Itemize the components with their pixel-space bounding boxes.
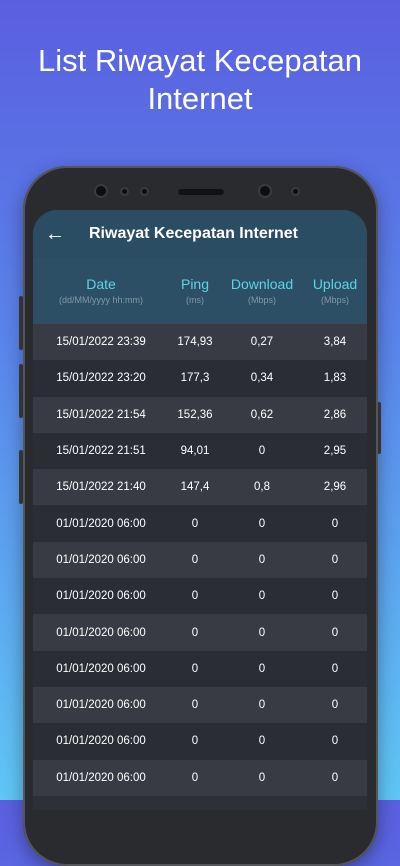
cell-date: 01/01/2020 06:00 xyxy=(56,553,146,566)
cell-upload: 2,96 xyxy=(323,481,347,494)
cell-upload: 0 xyxy=(331,553,339,566)
table-row[interactable]: 15/01/2022 23:20 177,3 0,34 1,83 xyxy=(33,360,367,397)
cell-ping: 174,93 xyxy=(177,336,213,349)
table-row[interactable]: 01/01/2020 06:00 0 0 0 xyxy=(33,578,367,615)
history-list: 15/01/2022 23:39 174,93 0,27 3,84 15/01/… xyxy=(33,324,367,796)
cell-date: 01/01/2020 06:00 xyxy=(56,590,146,603)
column-header-date: Date (dd/MM/yyyy hh:mm) xyxy=(33,275,169,307)
cell-download: 0,62 xyxy=(250,408,274,421)
cell-download: 0 xyxy=(258,517,266,530)
sensor-icon xyxy=(122,189,127,194)
cell-date: 15/01/2022 23:20 xyxy=(56,372,146,385)
cell-download: 0 xyxy=(258,735,266,748)
cell-upload: 0 xyxy=(331,517,339,530)
promo-title-text: List Riwayat Kecepatan Internet xyxy=(38,43,362,116)
column-subtitle: (dd/MM/yyyy hh:mm) xyxy=(58,295,143,305)
cell-date: 01/01/2020 06:00 xyxy=(56,517,146,530)
cell-date: 01/01/2020 06:00 xyxy=(56,735,146,748)
cell-ping: 0 xyxy=(191,626,199,639)
cell-date: 01/01/2020 06:00 xyxy=(56,626,146,639)
column-subtitle: (ms) xyxy=(186,295,204,305)
page-title: Riwayat Kecepatan Internet xyxy=(89,225,298,242)
cell-download: 0 xyxy=(258,771,266,784)
cell-download: 0 xyxy=(258,662,266,675)
cell-ping: 0 xyxy=(191,553,199,566)
cell-download: 0 xyxy=(258,590,266,603)
cell-ping: 0 xyxy=(191,517,199,530)
earpiece-speaker xyxy=(178,189,224,195)
table-row[interactable]: 01/01/2020 06:00 0 0 0 xyxy=(33,650,367,687)
app-bar: ← Riwayat Kecepatan Internet xyxy=(33,210,367,258)
cell-upload: 0 xyxy=(331,699,339,712)
cell-date: 01/01/2020 06:00 xyxy=(56,699,146,712)
column-title: Download xyxy=(230,276,294,292)
cell-date: 01/01/2020 06:00 xyxy=(56,662,146,675)
cell-date: 01/01/2020 06:00 xyxy=(56,771,146,784)
cell-ping: 0 xyxy=(191,771,199,784)
cell-download: 0,8 xyxy=(254,481,270,494)
promo-title: List Riwayat Kecepatan Internet xyxy=(0,42,400,118)
cell-date: 15/01/2022 23:39 xyxy=(56,336,146,349)
table-row[interactable]: 01/01/2020 06:00 0 0 0 xyxy=(33,614,367,651)
cell-date: 15/01/2022 21:54 xyxy=(56,408,146,421)
cell-upload: 0 xyxy=(331,626,339,639)
arrow-left-icon[interactable]: ← xyxy=(33,210,77,258)
cell-ping: 0 xyxy=(191,590,199,603)
cell-ping: 177,3 xyxy=(180,372,210,385)
cell-upload: 0 xyxy=(331,771,339,784)
cell-ping: 0 xyxy=(191,699,199,712)
table-row[interactable]: 01/01/2020 06:00 0 0 0 xyxy=(33,505,367,542)
column-header-ping: Ping (ms) xyxy=(169,275,221,307)
cell-ping: 152,36 xyxy=(177,408,213,421)
cell-upload: 0 xyxy=(331,662,339,675)
table-row[interactable]: 01/01/2020 06:00 0 0 0 xyxy=(33,759,367,796)
table-row[interactable]: 15/01/2022 21:40 147,4 0,8 2,96 xyxy=(33,469,367,506)
cell-upload: 2,86 xyxy=(323,408,347,421)
cell-date: 15/01/2022 21:51 xyxy=(56,445,146,458)
cell-ping: 94,01 xyxy=(180,445,210,458)
column-subtitle: (Mbps) xyxy=(247,295,276,305)
front-camera-icon xyxy=(260,186,270,196)
column-header-download: Download (Mbps) xyxy=(221,275,303,307)
cell-upload: 0 xyxy=(331,735,339,748)
cell-upload: 2,95 xyxy=(323,445,347,458)
column-header-upload: Upload (Mbps) xyxy=(303,275,367,307)
table-row[interactable]: 15/01/2022 21:54 152,36 0,62 2,86 xyxy=(33,396,367,433)
column-title: Ping xyxy=(180,276,210,292)
column-title: Upload xyxy=(312,276,358,292)
table-row[interactable]: 15/01/2022 23:39 174,93 0,27 3,84 xyxy=(33,324,367,361)
cell-upload: 3,84 xyxy=(323,336,347,349)
cell-ping: 147,4 xyxy=(180,481,210,494)
table-row[interactable]: 01/01/2020 06:00 0 0 0 xyxy=(33,541,367,579)
cell-upload: 0 xyxy=(331,590,339,603)
sensor-icon xyxy=(142,189,147,194)
cell-download: 0,27 xyxy=(250,336,274,349)
column-title: Date xyxy=(86,276,116,292)
cell-ping: 0 xyxy=(191,662,199,675)
app-screen: ← Riwayat Kecepatan Internet Date (dd/MM… xyxy=(33,210,367,810)
table-row[interactable]: 01/01/2020 06:00 0 0 0 xyxy=(33,723,367,760)
cell-download: 0,34 xyxy=(250,372,274,385)
column-subtitle: (Mbps) xyxy=(320,295,349,305)
sensor-icon xyxy=(293,189,298,194)
front-camera-icon xyxy=(96,186,106,196)
cell-date: 15/01/2022 21:40 xyxy=(56,481,146,494)
cell-download: 0 xyxy=(258,626,266,639)
table-row[interactable]: 01/01/2020 06:00 0 0 0 xyxy=(33,686,367,724)
cell-upload: 1,83 xyxy=(323,372,347,385)
cell-ping: 0 xyxy=(191,735,199,748)
cell-download: 0 xyxy=(258,445,266,458)
table-row[interactable]: 15/01/2022 21:51 94,01 0 2,95 xyxy=(33,432,367,470)
cell-download: 0 xyxy=(258,699,266,712)
table-header: Date (dd/MM/yyyy hh:mm) Ping (ms) Downlo… xyxy=(33,258,367,324)
cell-download: 0 xyxy=(258,553,266,566)
